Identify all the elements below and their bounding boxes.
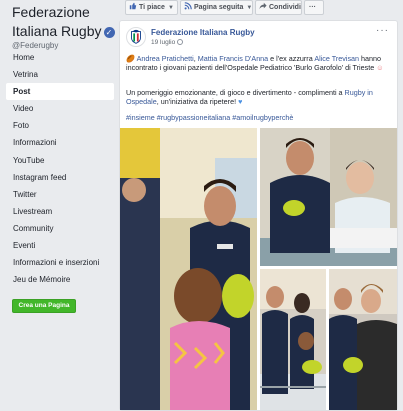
thumbs-up-icon [129, 2, 137, 10]
sidebar-item-livestream[interactable]: Livestream [6, 203, 114, 220]
post-card: Federazione Italiana Rugby 19 luglio ···… [119, 20, 398, 411]
sidebar-item-community[interactable]: Community [6, 220, 114, 237]
text-p2-end: , un'iniziativa da ripetere! [156, 97, 237, 107]
tag-alice-trevisan[interactable]: Alice Trevisan [314, 54, 359, 63]
text-p2-start: Un pomeriggio emozionante, di gioco e di… [126, 88, 345, 97]
chevron-down-icon: ▼ [246, 5, 253, 11]
sidebar-item-video[interactable]: Video [6, 100, 114, 117]
sidebar-item-post[interactable]: Post [6, 83, 114, 101]
photo-group-bed[interactable] [260, 269, 326, 410]
follow-label: Pagina seguita [194, 4, 244, 11]
like-button[interactable]: Ti piace ▼ [125, 0, 178, 15]
verified-badge-icon: ✓ [103, 27, 115, 38]
tag-andrea-pratichetti[interactable]: Andrea Pratichetti [137, 54, 194, 63]
page-title[interactable]: Federazione Italiana Rugby ✓ [12, 3, 116, 41]
post-author[interactable]: Federazione Italiana Rugby [151, 28, 255, 37]
sidebar-item-informazioni-inserzioni[interactable]: Informazioni e inserzioni [6, 254, 114, 271]
sidebar-item-home[interactable]: Home [6, 49, 114, 66]
sidebar-item-twitter[interactable]: Twitter [6, 186, 114, 203]
like-label: Ti piace [139, 4, 165, 11]
sidebar-item-foto[interactable]: Foto [6, 117, 114, 134]
more-options-button[interactable]: ··· [304, 0, 324, 15]
share-label: Condividi [269, 4, 301, 11]
share-arrow-icon [259, 2, 267, 10]
fir-logo-avatar[interactable] [126, 27, 146, 47]
post-text-paragraph-2: Un pomeriggio emozionante, di gioco e di… [126, 88, 394, 107]
post-text-paragraph-1: 🏉 Andrea Pratichetti, Mattia Francis D'A… [126, 54, 394, 73]
create-page-button[interactable]: Crea una Pagina [12, 299, 76, 313]
rss-icon [184, 2, 192, 10]
photo-group-chair[interactable] [329, 269, 397, 410]
sidebar: Federazione Italiana Rugby ✓ @Federugby H… [0, 0, 116, 411]
text-mid: e l'ex azzurra [268, 54, 315, 63]
sidebar-item-youtube[interactable]: YouTube [6, 152, 114, 169]
page-action-bar: Ti piace ▼ Pagina seguita ▼ Condividi ··· [119, 0, 403, 15]
share-button[interactable]: Condividi [255, 0, 302, 15]
globe-icon [177, 39, 184, 45]
tag-mattia-francis-danna[interactable]: Mattia Francis D'Anna [198, 54, 268, 63]
chevron-down-icon: ▼ [167, 5, 174, 11]
post-date-text[interactable]: 19 luglio [151, 39, 175, 46]
sidebar-item-vetrina[interactable]: Vetrina [6, 66, 114, 83]
sidebar-item-informazioni[interactable]: Informazioni [6, 134, 114, 151]
post-date[interactable]: 19 luglio [151, 39, 184, 46]
blue-heart-icon: ♥ [238, 97, 243, 107]
sidebar-item-eventi[interactable]: Eventi [6, 237, 114, 254]
sidebar-item-jeu-de-memoire[interactable]: Jeu de Mémoire [6, 271, 114, 288]
photo-bedside[interactable] [260, 128, 397, 266]
photo-main[interactable] [120, 128, 257, 410]
sidebar-nav: Home Vetrina Post Video Foto Informazion… [6, 49, 114, 288]
rugby-ball-emoji-icon: 🏉 [126, 54, 135, 63]
smile-emoji-icon: ☺ [376, 63, 384, 73]
sidebar-item-instagram-feed[interactable]: Instagram feed [6, 169, 114, 186]
post-hashtags[interactable]: #insieme #rugbypassioneitaliana #amoilru… [126, 113, 394, 122]
follow-button[interactable]: Pagina seguita ▼ [180, 0, 253, 15]
post-options-button[interactable]: ··· [376, 25, 389, 36]
photo-grid [120, 128, 397, 410]
page-name-text[interactable]: Federazione Italiana Rugby [12, 4, 102, 39]
